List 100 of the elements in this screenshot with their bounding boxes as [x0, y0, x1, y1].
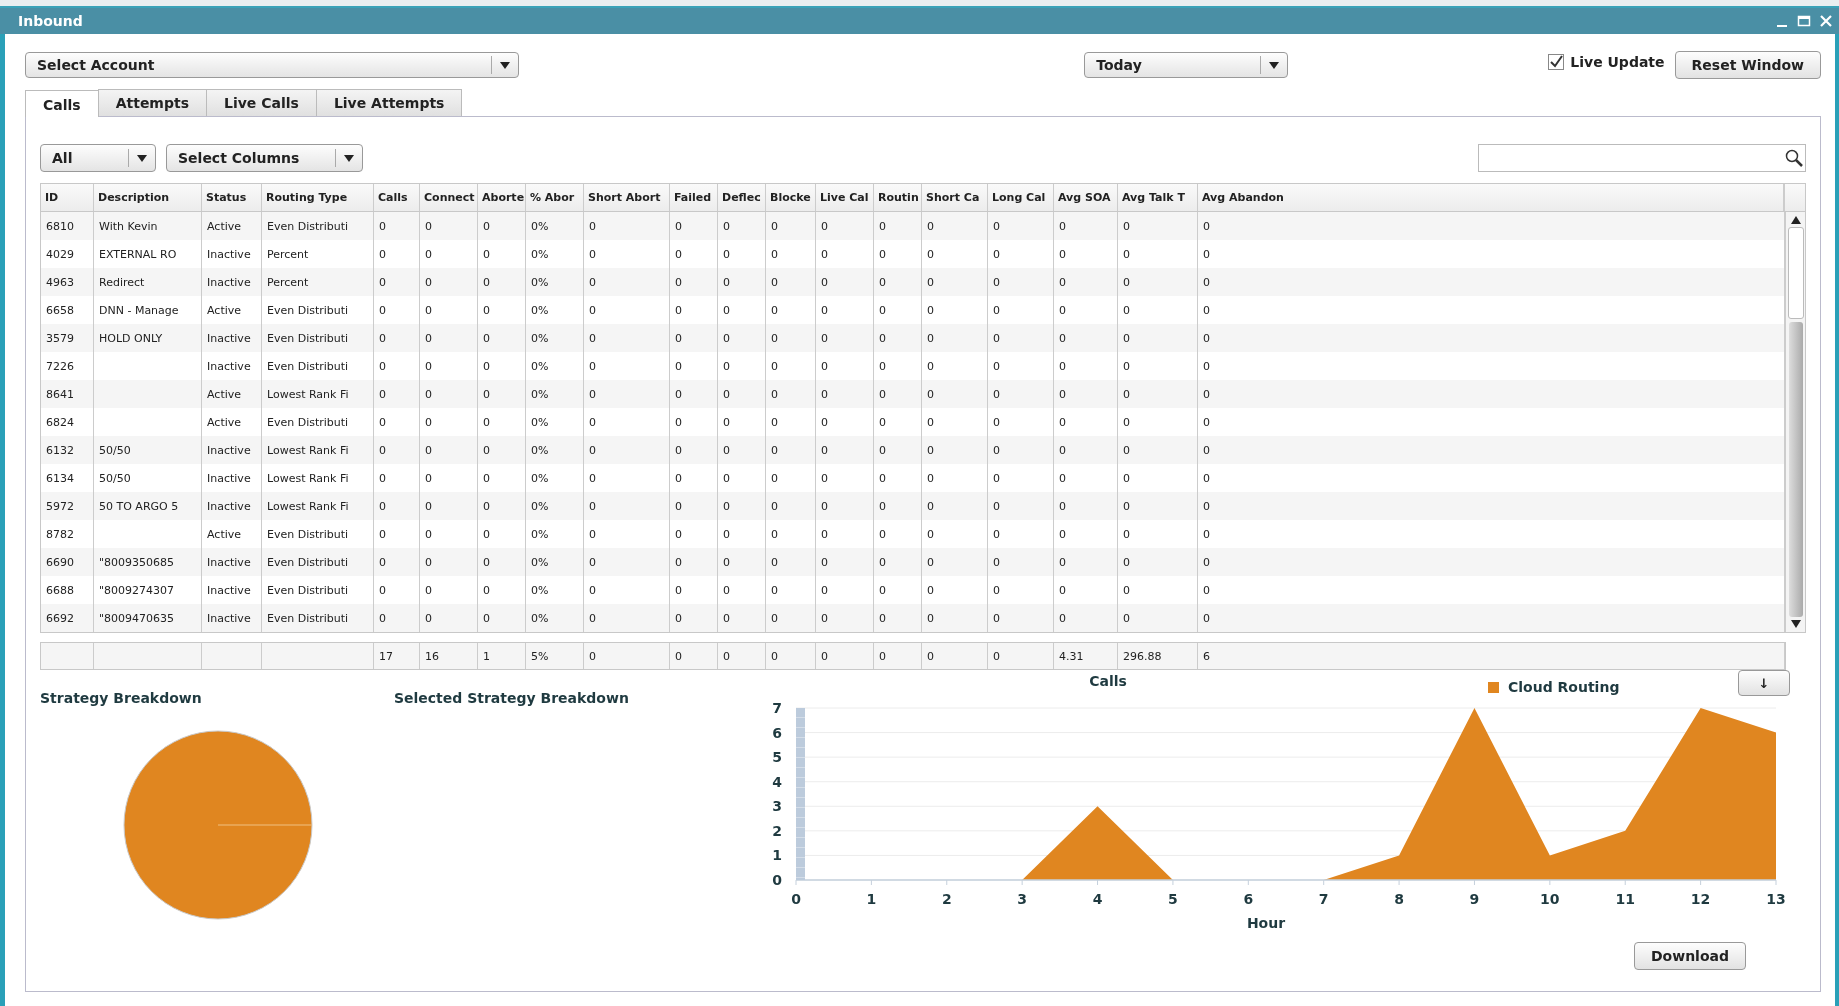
- table-cell: 0: [379, 387, 386, 401]
- table-cell: 0: [1203, 303, 1210, 317]
- table-cell: 6132: [46, 443, 74, 457]
- column-header[interactable]: Short Abort: [584, 184, 670, 211]
- table-cell: 0: [425, 275, 432, 289]
- date-select[interactable]: Today: [1084, 52, 1289, 78]
- column-header[interactable]: Connect: [420, 184, 478, 211]
- column-header[interactable]: Live Cal: [816, 184, 874, 211]
- table-cell: 0: [1059, 247, 1066, 261]
- table-cell: 0: [589, 219, 596, 233]
- column-header[interactable]: % Abor: [526, 184, 584, 211]
- table-cell: Even Distributi: [267, 527, 349, 541]
- table-cell: 0: [483, 443, 490, 457]
- scroll-up-icon[interactable]: [1790, 216, 1801, 224]
- maximize-icon[interactable]: [1797, 14, 1811, 28]
- total-cell: 4.31: [1059, 649, 1084, 663]
- column-header[interactable]: Short Ca: [922, 184, 988, 211]
- column-header[interactable]: Routin: [874, 184, 922, 211]
- x-tick-label: 11: [1615, 891, 1635, 907]
- table-cell: 0: [379, 555, 386, 569]
- column-header[interactable]: Status: [202, 184, 262, 211]
- column-header[interactable]: Description: [94, 184, 202, 211]
- table-cell: 0: [379, 275, 386, 289]
- tab[interactable]: Calls: [25, 90, 99, 117]
- column-header[interactable]: Avg Talk T: [1118, 184, 1198, 211]
- table-cell: 0: [927, 275, 934, 289]
- column-header[interactable]: Long Cal: [988, 184, 1054, 211]
- column-header[interactable]: Avg SOA: [1054, 184, 1118, 211]
- total-cell: 17: [379, 649, 393, 663]
- column-header[interactable]: Blocke: [766, 184, 816, 211]
- table-cell: 0: [589, 331, 596, 345]
- table-cell: Inactive: [207, 359, 251, 373]
- table-cell: Even Distributi: [267, 219, 349, 233]
- status-filter-select[interactable]: All: [40, 144, 156, 172]
- table-cell: 0: [927, 499, 934, 513]
- table-cell: 0: [589, 527, 596, 541]
- table-cell: 0: [1203, 219, 1210, 233]
- x-tick-label: 1: [866, 891, 877, 907]
- table-cell: 0: [425, 331, 432, 345]
- table-cell: 4963: [46, 275, 74, 289]
- scrollbar-thumb[interactable]: [1787, 227, 1804, 319]
- x-axis-label: Hour: [1246, 915, 1286, 931]
- table-cell: 0: [927, 555, 934, 569]
- table-cell: 0: [1123, 415, 1130, 429]
- table-cell: 0: [879, 583, 886, 597]
- tab[interactable]: Live Calls: [206, 89, 317, 116]
- column-header[interactable]: Aborte: [478, 184, 526, 211]
- account-select[interactable]: Select Account: [25, 52, 519, 78]
- total-cell: 296.88: [1123, 649, 1162, 663]
- search-icon: [1785, 149, 1803, 167]
- table-cell: 0: [1059, 471, 1066, 485]
- column-header[interactable]: ID: [41, 184, 94, 211]
- live-update-label: Live Update: [1570, 54, 1665, 70]
- table-cell: 0: [425, 611, 432, 625]
- tab[interactable]: Attempts: [97, 89, 207, 116]
- table-cell: 0: [1203, 527, 1210, 541]
- table-cell: 0%: [531, 443, 549, 457]
- column-header[interactable]: Calls: [374, 184, 420, 211]
- column-header[interactable]: Failed: [670, 184, 718, 211]
- x-tick-label: 5: [1168, 891, 1178, 907]
- selection-handle[interactable]: [796, 708, 805, 880]
- table-cell: 6824: [46, 415, 74, 429]
- table-cell: 0: [771, 611, 778, 625]
- table-cell: 0: [879, 219, 886, 233]
- column-header[interactable]: Routing Type: [262, 184, 374, 211]
- table-cell: 0: [879, 359, 886, 373]
- table-cell: 0: [821, 583, 828, 597]
- column-header[interactable]: Avg Abandon: [1198, 184, 1784, 211]
- table-cell: 0: [483, 331, 490, 345]
- export-button[interactable]: ↓: [1738, 670, 1790, 696]
- table-cell: 0: [1123, 331, 1130, 345]
- table-cell: 0: [879, 275, 886, 289]
- table-cell: Even Distributi: [267, 359, 349, 373]
- reset-window-button[interactable]: Reset Window: [1674, 51, 1821, 79]
- table-cell: 0: [821, 247, 828, 261]
- table-cell: Lowest Rank Fi: [267, 387, 349, 401]
- table-cell: 0: [1203, 415, 1210, 429]
- legend-label: Cloud Routing: [1508, 679, 1620, 695]
- columns-select[interactable]: Select Columns: [166, 144, 363, 172]
- table-cell: 0: [723, 303, 730, 317]
- table-cell: 0: [927, 415, 934, 429]
- scrollbar[interactable]: [1785, 212, 1805, 632]
- table-cell: 0%: [531, 415, 549, 429]
- table-cell: Active: [207, 415, 242, 429]
- table-cell: 0: [927, 471, 934, 485]
- scroll-down-icon[interactable]: [1790, 620, 1801, 628]
- live-update-checkbox[interactable]: [1548, 54, 1565, 70]
- table-cell: 0: [379, 359, 386, 373]
- close-icon[interactable]: [1819, 14, 1833, 28]
- column-header[interactable]: Deflec: [718, 184, 766, 211]
- table-cell: 0: [1059, 331, 1066, 345]
- table-cell: 0: [771, 275, 778, 289]
- window-title: Inbound: [18, 13, 83, 29]
- table-cell: Active: [207, 219, 242, 233]
- tab[interactable]: Live Attempts: [315, 89, 463, 116]
- search-field[interactable]: [1478, 144, 1806, 172]
- table-cell: 0: [483, 387, 490, 401]
- x-tick-label: 13: [1766, 891, 1786, 907]
- table-cell: 0: [879, 611, 886, 625]
- download-button[interactable]: Download: [1633, 942, 1746, 970]
